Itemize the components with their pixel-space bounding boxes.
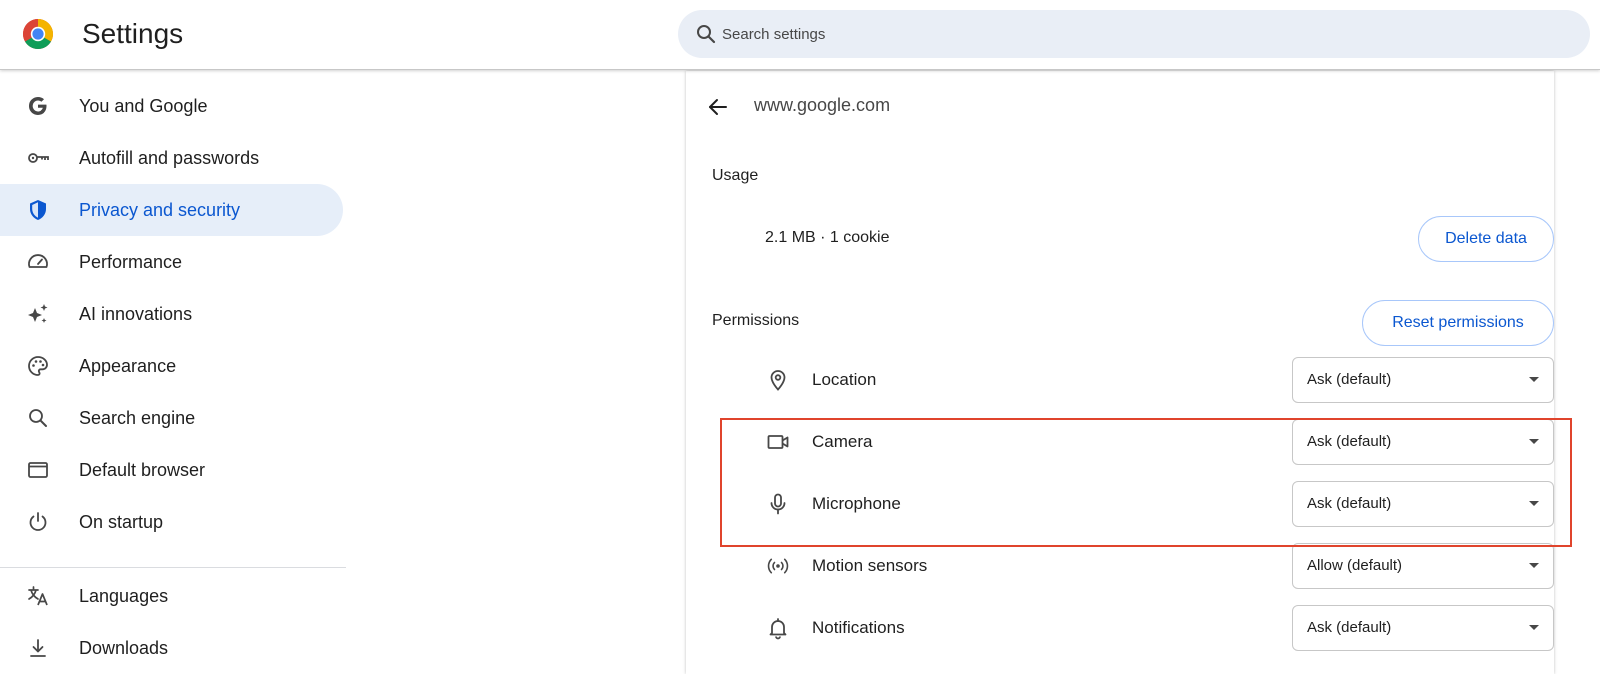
sidebar-item-autofill[interactable]: Autofill and passwords — [0, 132, 343, 184]
permission-row-notifications: Notifications Ask (default) — [686, 597, 1554, 659]
site-settings-card: www.google.com Usage 2.1 MB · 1 cookie D… — [686, 71, 1554, 674]
chevron-down-icon — [1529, 625, 1539, 630]
sidebar-item-default-browser[interactable]: Default browser — [0, 444, 343, 496]
sidebar-item-label: Downloads — [79, 638, 169, 658]
permission-label: Camera — [812, 432, 873, 451]
key-icon — [28, 153, 49, 163]
sparkle-icon — [28, 304, 48, 323]
top-bar: Settings — [0, 0, 1600, 70]
search-bar[interactable] — [678, 10, 1590, 58]
search-icon — [697, 25, 716, 44]
sidebar-item-label: Appearance — [79, 356, 177, 376]
sidebar-item-you-and-google[interactable]: You and Google — [0, 80, 343, 132]
chevron-down-icon — [1529, 439, 1539, 444]
delete-data-button[interactable]: Delete data — [1418, 216, 1554, 262]
palette-icon — [28, 356, 48, 376]
sidebar-item-label: Performance — [79, 252, 183, 272]
sidebar-item-appearance[interactable]: Appearance — [0, 340, 343, 392]
notifications-permission-select[interactable]: Ask (default) — [1292, 605, 1554, 651]
site-title: www.google.com — [754, 95, 891, 115]
camera-permission-select[interactable]: Ask (default) — [1292, 419, 1554, 465]
sidebar-item-languages[interactable]: Languages — [0, 570, 343, 622]
chrome-logo-icon — [22, 18, 54, 50]
motion-sensors-permission-select[interactable]: Allow (default) — [1292, 543, 1554, 589]
location-permission-select[interactable]: Ask (default) — [1292, 357, 1554, 403]
google-g-icon — [29, 97, 47, 115]
select-value: Ask (default) — [1307, 371, 1392, 388]
camera-icon — [767, 435, 789, 449]
bell-icon — [769, 618, 787, 640]
microphone-permission-select[interactable]: Ask (default) — [1292, 481, 1554, 527]
shield-icon — [30, 200, 46, 220]
sidebar-item-label: Privacy and security — [79, 200, 241, 220]
permission-label: Location — [812, 370, 877, 389]
sidebar-item-ai-innovations[interactable]: AI innovations — [0, 288, 343, 340]
permission-label: Notifications — [812, 618, 905, 637]
usage-value: 2.1 MB · 1 cookie — [765, 229, 890, 246]
chevron-down-icon — [1529, 377, 1539, 382]
motion-sensors-icon — [767, 558, 789, 574]
permission-row-microphone: Microphone Ask (default) — [686, 473, 1554, 535]
sidebar-item-label: You and Google — [79, 96, 208, 116]
select-value: Ask (default) — [1307, 433, 1392, 450]
sidebar-item-downloads[interactable]: Downloads — [0, 622, 343, 674]
select-value: Ask (default) — [1307, 495, 1392, 512]
sidebar-item-search-engine[interactable]: Search engine — [0, 392, 343, 444]
sidebar-item-label: Autofill and passwords — [79, 148, 260, 168]
microphone-icon — [770, 493, 786, 515]
permission-label: Microphone — [812, 494, 901, 513]
page-title: Settings — [82, 18, 184, 49]
translate-icon — [28, 586, 48, 606]
select-value: Allow (default) — [1307, 557, 1403, 574]
sidebar-item-label: On startup — [79, 512, 164, 532]
arrow-back-icon[interactable] — [706, 95, 730, 119]
sidebar-item-privacy-and-security[interactable]: Privacy and security — [0, 184, 343, 236]
chevron-down-icon — [1529, 563, 1539, 568]
power-icon — [29, 512, 47, 531]
sidebar: You and Google Autofill and passwords Pr… — [0, 71, 346, 674]
sidebar-item-label: Default browser — [79, 460, 206, 480]
reset-permissions-button[interactable]: Reset permissions — [1362, 300, 1554, 346]
search-icon — [29, 409, 47, 427]
sidebar-divider — [0, 567, 346, 568]
sidebar-item-label: AI innovations — [79, 304, 193, 324]
download-icon — [30, 639, 46, 657]
select-value: Ask (default) — [1307, 619, 1392, 636]
permission-label: Motion sensors — [812, 556, 928, 575]
browser-window-icon — [28, 462, 48, 478]
permission-row-camera: Camera Ask (default) — [686, 411, 1554, 473]
permission-row-motion-sensors: Motion sensors Allow (default) — [686, 535, 1554, 597]
permission-row-location: Location Ask (default) — [686, 349, 1554, 411]
permissions-heading: Permissions — [712, 312, 800, 329]
search-input[interactable] — [722, 10, 1562, 58]
chevron-down-icon — [1529, 501, 1539, 506]
sidebar-item-performance[interactable]: Performance — [0, 236, 343, 288]
sidebar-item-label: Languages — [79, 586, 169, 606]
speedometer-icon — [28, 254, 48, 268]
usage-heading: Usage — [712, 167, 759, 184]
location-pin-icon — [770, 370, 786, 391]
sidebar-item-label: Search engine — [79, 408, 196, 428]
sidebar-item-on-startup[interactable]: On startup — [0, 496, 343, 548]
